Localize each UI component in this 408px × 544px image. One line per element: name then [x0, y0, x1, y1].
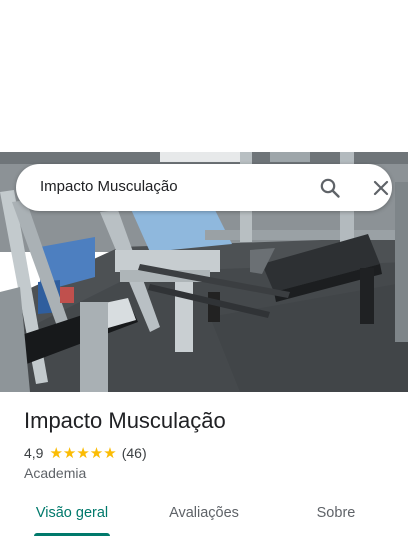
search-bar[interactable]: Impacto Musculação: [16, 164, 392, 211]
rating-row[interactable]: 4,9 ★★★★★ (46): [24, 444, 147, 462]
tab-reviews[interactable]: Avaliações: [154, 496, 254, 536]
search-query-text[interactable]: Impacto Musculação: [40, 178, 178, 195]
place-tabs: Visão geral Avaliações Sobre: [0, 496, 408, 544]
close-icon[interactable]: [369, 176, 393, 200]
search-icon[interactable]: [318, 176, 342, 200]
rating-value: 4,9: [24, 445, 44, 461]
place-category: Academia: [24, 465, 87, 481]
tab-overview[interactable]: Visão geral: [22, 496, 122, 536]
tab-about[interactable]: Sobre: [296, 496, 376, 536]
active-tab-indicator: [34, 533, 110, 536]
review-count[interactable]: (46): [122, 445, 147, 461]
star-rating-icon: ★★★★★: [49, 445, 117, 462]
place-title: Impacto Musculação: [24, 408, 226, 433]
map-blank-area: [0, 0, 408, 152]
